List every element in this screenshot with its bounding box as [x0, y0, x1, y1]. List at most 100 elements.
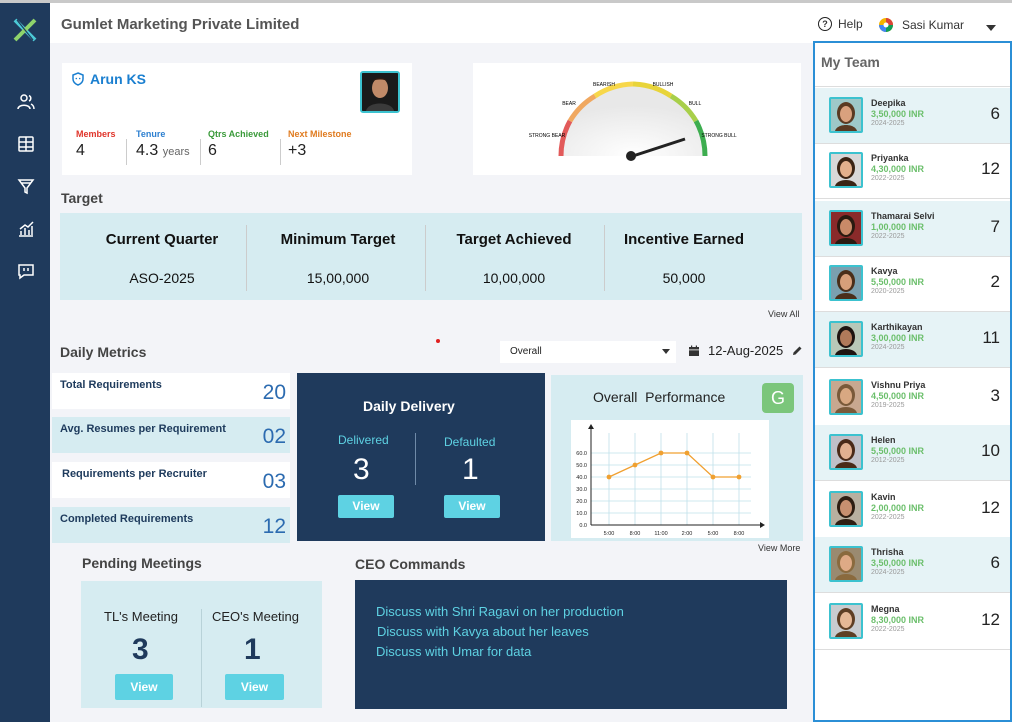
member-count: 2 [990, 272, 1000, 291]
divider [815, 367, 1010, 368]
stat-value: 6 [208, 142, 217, 159]
performance-line-chart: 5:00 8:00 11:00 2:00 5:00 8:00 0.0 10.0 20.0 30.… [571, 420, 769, 538]
overall-filter-select[interactable]: Overall [500, 341, 676, 363]
date-picker[interactable]: 12-Aug-2025 [688, 343, 803, 358]
metric-value: 02 [262, 425, 286, 448]
member-name: Thrisha [871, 547, 904, 557]
profile-avatar[interactable] [360, 71, 400, 113]
help-button[interactable]: ? Help [818, 17, 863, 31]
member-name: Vishnu Priya [871, 380, 926, 390]
divider [201, 609, 202, 707]
team-member-row[interactable]: Priyanka 4,30,000 INR 2022-2025 12 [815, 143, 1010, 199]
team-member-row[interactable]: Thamarai Selvi 1,00,000 INR 2022-2025 7 [815, 201, 1010, 257]
y-tick-label: 60.0 [576, 451, 587, 457]
delivered-view-button[interactable]: View [338, 495, 394, 518]
calendar-icon [689, 345, 699, 356]
x-tick-label: 8:00 [630, 531, 641, 537]
table-icon[interactable] [16, 134, 36, 154]
target-title: Target [61, 190, 103, 206]
ceo-command-item: Discuss with Umar for data [376, 644, 532, 659]
member-avatar [829, 434, 863, 470]
overall-performance-card: Overall Performance G 5:00 8:00 11:00 2:00 5… [551, 375, 803, 541]
target-head: Minimum Target [280, 231, 396, 248]
member-avatar [829, 603, 863, 639]
metric-completed: Completed Requirements 12 [52, 507, 290, 543]
top-header: Gumlet Marketing Private Limited ? Help … [50, 3, 1012, 43]
x-tick-label: 5:00 [604, 531, 615, 537]
profile-name-row[interactable]: Arun KS [71, 71, 146, 87]
view-all-link[interactable]: View All [768, 309, 799, 319]
delivered-value: 3 [353, 453, 370, 486]
edit-icon[interactable] [791, 345, 803, 357]
gauge-label: STRONG BEAR [529, 133, 566, 139]
team-member-row[interactable]: Kavya 5,50,000 INR 2020-2025 2 [815, 256, 1010, 312]
defaulted-value: 1 [462, 453, 479, 486]
team-member-row[interactable]: Helen 5,50,000 INR 2012-2025 10 [815, 425, 1010, 481]
target-summary: Current Quarter ASO-2025 Minimum Target … [60, 213, 802, 300]
member-amount: 3,00,000 INR [871, 333, 925, 343]
stat-qtrs: Qtrs Achieved 6 [208, 129, 269, 160]
filter-icon[interactable] [16, 176, 36, 196]
team-member-row[interactable]: Megna 8,30,000 INR 2022-2025 12 [815, 594, 1010, 650]
member-name: Kavin [871, 492, 896, 502]
member-amount: 2,00,000 INR [871, 503, 925, 513]
ceo-meeting-view-button[interactable]: View [225, 674, 284, 700]
ceo-meeting-label: CEO's Meeting [212, 609, 300, 624]
stat-milestone: Next Milestone +3 [288, 129, 352, 160]
sentiment-gauge-card: STRONG BEAR BEAR BEARISH BULLISH BULL ST… [473, 63, 801, 175]
chart-icon[interactable] [16, 219, 36, 239]
defaulted-view-button[interactable]: View [444, 495, 500, 518]
divider [126, 139, 127, 165]
daily-metrics-title: Daily Metrics [60, 344, 147, 360]
team-member-row[interactable]: Deepika 3,50,000 INR 2024-2025 6 [815, 88, 1010, 144]
pending-meetings-card: TL's Meeting 3 CEO's Meeting 1 View View [81, 581, 322, 708]
stat-label: Next Milestone [288, 129, 352, 139]
y-tick-label: 40.0 [576, 475, 587, 481]
delivery-title: Daily Delivery [363, 398, 455, 414]
target-value: 50,000 [662, 270, 706, 286]
gauge-label: BEARISH [593, 82, 615, 88]
divider [815, 592, 1010, 593]
team-member-row[interactable]: Kavin 2,00,000 INR 2022-2025 12 [815, 482, 1010, 538]
user-menu[interactable]: Sasi Kumar [878, 17, 964, 33]
member-name: Kavya [871, 266, 898, 276]
member-avatar [829, 379, 863, 415]
member-amount: 4,50,000 INR [871, 391, 925, 401]
divider [415, 433, 416, 485]
member-amount: 5,50,000 INR [871, 446, 925, 456]
users-icon[interactable] [16, 92, 36, 112]
member-amount: 8,30,000 INR [871, 615, 925, 625]
metric-total-requirements: Total Requirements 20 [52, 373, 290, 409]
view-more-link[interactable]: View More [758, 543, 800, 553]
sidebar [0, 3, 50, 722]
tl-meeting-view-button[interactable]: View [115, 674, 173, 700]
member-count: 10 [981, 441, 1000, 460]
gauge-label: BULL [689, 101, 702, 107]
data-point [658, 450, 664, 456]
member-avatar [829, 321, 863, 357]
gauge-label: BEAR [562, 101, 576, 107]
member-count: 11 [982, 328, 1000, 347]
x-tick-label: 11:00 [654, 531, 667, 537]
member-years: 2012-2025 [871, 457, 905, 464]
team-member-row[interactable]: Karthikayan 3,00,000 INR 2024-2025 11 [815, 312, 1010, 368]
member-avatar [829, 491, 863, 527]
metric-label: Avg. Resumes per Requirement [60, 423, 226, 435]
chat-icon[interactable] [16, 261, 36, 281]
chevron-down-icon[interactable] [986, 25, 996, 31]
member-name: Helen [871, 435, 896, 445]
gauge-label: BULLISH [653, 82, 674, 88]
team-member-row[interactable]: Thrisha 3,50,000 INR 2024-2025 6 [815, 537, 1010, 593]
member-avatar [829, 152, 863, 188]
target-current-quarter: Current Quarter ASO-2025 [72, 213, 252, 300]
user-avatar-icon [879, 18, 893, 32]
y-tick-label: 50.0 [576, 463, 587, 469]
stat-label: Qtrs Achieved [208, 129, 269, 139]
target-value: 15,00,000 [306, 270, 370, 286]
member-years: 2022-2025 [871, 514, 905, 521]
logo-icon[interactable] [12, 17, 38, 43]
member-count: 12 [981, 498, 1000, 517]
target-achieved: Target Achieved 10,00,000 [424, 213, 604, 300]
divider [815, 649, 1010, 650]
team-member-row[interactable]: Vishnu Priya 4,50,000 INR 2019-2025 3 [815, 370, 1010, 426]
